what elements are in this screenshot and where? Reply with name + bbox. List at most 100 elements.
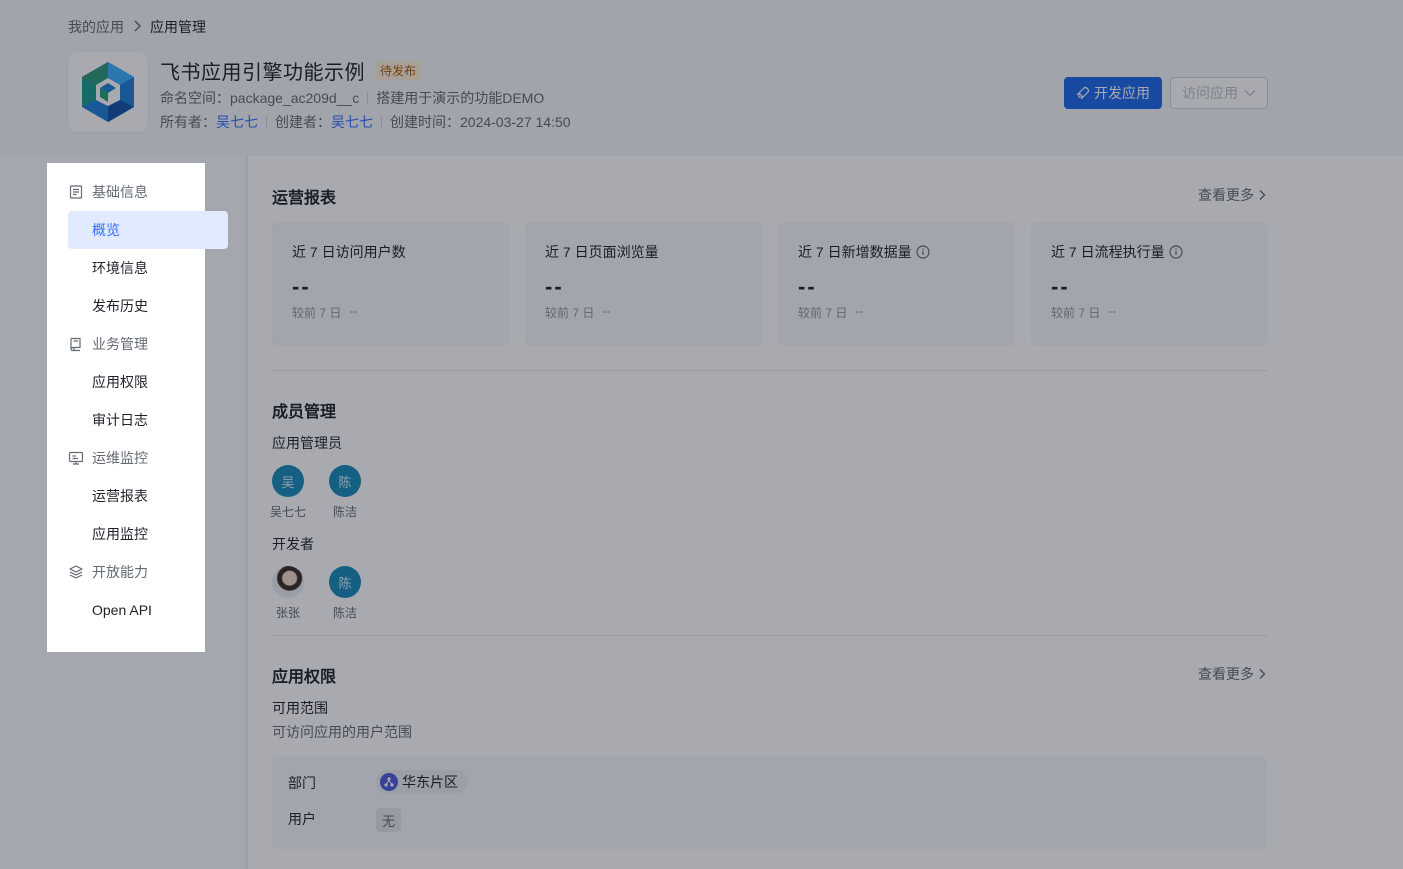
stat-compare-value: -- (349, 304, 358, 318)
nav-item-app-monitor[interactable]: 应用监控 (47, 515, 205, 553)
stat-compare-label: 较前 7 日 (292, 306, 342, 320)
nav-group-open-capability[interactable]: 开放能力 (47, 553, 205, 591)
report-section-title: 运营报表 (272, 190, 337, 207)
avatar: 陈 (329, 465, 361, 497)
stat-value: -- (292, 274, 311, 299)
section-divider (272, 370, 1267, 371)
stat-value: -- (798, 274, 817, 299)
app-meta-namespace: 命名空间： package_ac209d__c 搭建用于演示的功能DEMO (160, 88, 544, 108)
meta-divider (367, 92, 369, 104)
stat-card-new-data: 近 7 日新增数据量 -- 较前 7 日 -- (778, 222, 1015, 346)
stat-label: 近 7 日页面浏览量 (545, 244, 659, 260)
nav-item-audit-log[interactable]: 审计日志 (47, 401, 205, 439)
nav-item-ops-report[interactable]: 运营报表 (47, 477, 205, 515)
avatar-photo (272, 566, 304, 598)
member-name: 陈洁 (332, 606, 357, 620)
meta-divider (266, 116, 267, 128)
created-time: 2024-03-27 14:50 (460, 114, 571, 130)
member-name: 吴七七 (269, 505, 306, 519)
nav-item-open-api[interactable]: Open API (47, 591, 205, 629)
develop-app-label: 开发应用 (1094, 85, 1150, 101)
member-admin[interactable]: 吴 吴七七 (264, 465, 312, 520)
nav-group-business[interactable]: 业务管理 (47, 325, 205, 363)
nav-group-label: 运维监控 (92, 450, 148, 466)
member-developer[interactable]: 张张 (264, 566, 312, 621)
nav-item-release-history[interactable]: 发布历史 (47, 287, 205, 325)
member-name: 张张 (275, 606, 300, 620)
stat-compare-label: 较前 7 日 (1051, 306, 1101, 320)
info-icon[interactable] (915, 245, 930, 259)
stat-label: 近 7 日新增数据量 (798, 244, 912, 260)
namespace-value: package_ac209d__c (230, 90, 360, 106)
stat-label: 近 7 日访问用户数 (292, 244, 406, 260)
main-content: 运营报表 查看更多 近 7 日访问用户数 -- 较前 7 日 -- 近 7 日页面… (248, 156, 1403, 869)
member-name: 陈洁 (332, 505, 357, 519)
status-badge: 待发布 (375, 61, 422, 80)
chevron-down-icon (1244, 90, 1256, 97)
app-title: 飞书应用引擎功能示例 (160, 62, 365, 84)
nav-group-label: 开放能力 (92, 564, 148, 580)
owner-label: 所有者： (160, 114, 216, 130)
stat-card-pageviews: 近 7 日页面浏览量 -- 较前 7 日 -- (525, 222, 762, 346)
stat-compare-label: 较前 7 日 (545, 306, 595, 320)
info-icon[interactable] (1168, 245, 1183, 259)
app-description: 搭建用于演示的功能DEMO (376, 90, 545, 106)
breadcrumb: 我的应用 应用管理 (68, 17, 206, 37)
admins-label: 应用管理员 (272, 435, 342, 451)
nav-group-ops[interactable]: 运维监控 (47, 439, 205, 477)
member-developer[interactable]: 陈 陈洁 (321, 566, 369, 621)
member-admin[interactable]: 陈 陈洁 (321, 465, 369, 520)
stat-compare-label: 较前 7 日 (798, 306, 848, 320)
breadcrumb-current: 应用管理 (150, 19, 206, 35)
app-meta-people: 所有者： 吴七七 创建者： 吴七七 创建时间： 2024-03-27 14:50 (160, 112, 571, 132)
book-icon (68, 336, 84, 352)
dept-name: 华东片区 (402, 774, 458, 790)
layers-icon (68, 564, 84, 580)
nav-group-label: 业务管理 (92, 336, 148, 352)
visit-app-label: 访问应用 (1182, 85, 1238, 101)
nav-item-environment[interactable]: 环境信息 (47, 249, 205, 287)
meta-divider (381, 116, 382, 128)
created-label: 创建时间： (390, 114, 460, 130)
monitor-icon (68, 450, 84, 466)
develop-app-button[interactable]: 开发应用 (1064, 77, 1162, 109)
report-more-label: 查看更多 (1198, 187, 1254, 203)
rocket-icon (1076, 86, 1090, 100)
chevron-right-icon (1259, 190, 1266, 200)
document-icon (68, 184, 84, 200)
app-logo (68, 52, 148, 132)
stat-compare-value: -- (602, 304, 611, 318)
stat-compare-value: -- (1108, 304, 1117, 318)
user-none-tag: 无 (376, 808, 402, 832)
scope-description: 可访问应用的用户范围 (272, 724, 412, 740)
visit-app-dropdown[interactable]: 访问应用 (1170, 77, 1268, 109)
user-label: 用户 (288, 811, 316, 827)
section-divider (272, 635, 1267, 636)
breadcrumb-my-apps[interactable]: 我的应用 (68, 17, 124, 37)
report-more-link[interactable]: 查看更多 (1198, 185, 1266, 205)
scope-label: 可用范围 (272, 700, 328, 716)
avatar: 陈 (329, 566, 361, 598)
org-icon (380, 773, 398, 791)
members-section-title: 成员管理 (272, 404, 337, 421)
sidebar-nav: 基础信息 概览 环境信息 发布历史 业务管理 应用权限 审计日志 运维监控 运营… (47, 163, 228, 652)
creator-link[interactable]: 吴七七 (331, 112, 373, 132)
stat-card-visitors: 近 7 日访问用户数 -- 较前 7 日 -- (272, 222, 509, 346)
nav-item-overview[interactable]: 概览 (68, 211, 228, 249)
nav-item-app-permissions[interactable]: 应用权限 (47, 363, 205, 401)
stat-value: -- (1051, 274, 1070, 299)
permissions-more-label: 查看更多 (1198, 666, 1254, 682)
permissions-more-link[interactable]: 查看更多 (1198, 664, 1266, 684)
dept-label: 部门 (288, 775, 316, 791)
owner-link[interactable]: 吴七七 (216, 112, 258, 132)
scope-box: 部门 华东片区 用户 无 (272, 756, 1267, 849)
stat-value: -- (545, 274, 564, 299)
nav-group-basic-info[interactable]: 基础信息 (47, 173, 205, 211)
chevron-right-icon (132, 20, 142, 35)
dept-tag[interactable]: 华东片区 (376, 770, 468, 794)
avatar: 吴 (272, 465, 304, 497)
stat-card-flow-exec: 近 7 日流程执行量 -- 较前 7 日 -- (1031, 222, 1268, 346)
developers-label: 开发者 (272, 536, 314, 552)
stat-compare-value: -- (855, 304, 864, 318)
chevron-right-icon (1259, 669, 1266, 679)
